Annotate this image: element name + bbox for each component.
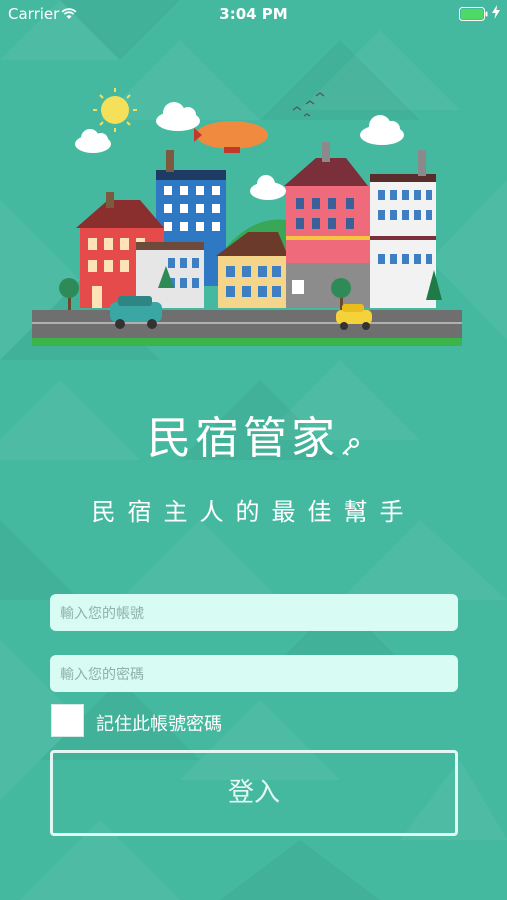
status-bar: Carrier 3:04 PM [0,0,507,28]
app-title: 民宿管家 [146,413,339,464]
remember-checkbox[interactable] [51,704,84,737]
login-button[interactable]: 登入 [50,750,458,836]
charging-icon [492,5,500,23]
tagline: 民宿主人的最佳幫手 [91,498,416,526]
password-input[interactable]: 輸入您的密碼 [50,655,458,692]
app-logo: 民宿管家 [0,402,507,472]
battery-icon [459,7,489,25]
account-input[interactable]: 輸入您的帳號 [50,594,458,631]
key-icon [340,437,360,461]
remember-label[interactable]: 記住此帳號密碼 [96,710,222,736]
town-illustration [32,88,462,346]
clock: 3:04 PM [219,5,288,23]
